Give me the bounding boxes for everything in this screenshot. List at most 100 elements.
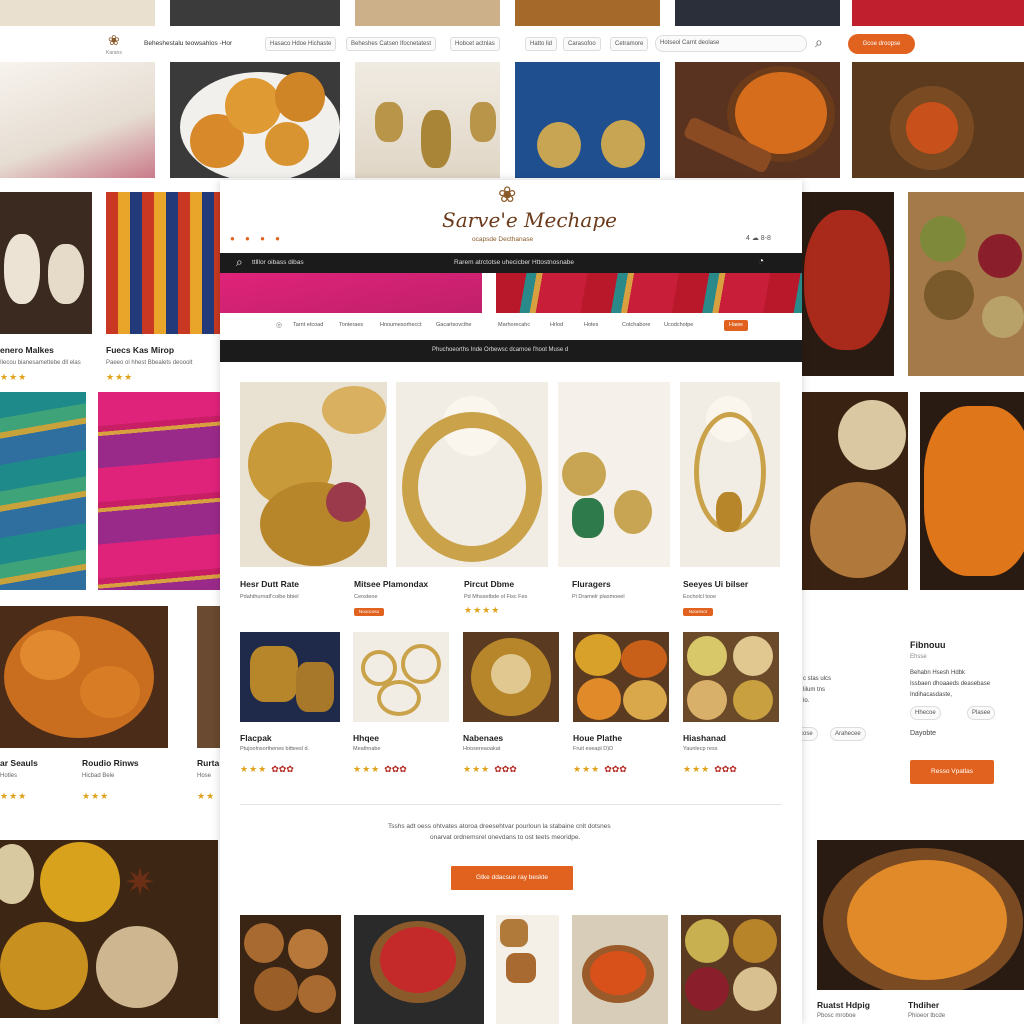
- nav-item-4[interactable]: Gacartsovcthe: [436, 322, 471, 328]
- nav-item-9[interactable]: Ucodchotpe: [664, 322, 693, 328]
- card2-5-title[interactable]: Hiashanad: [683, 733, 726, 743]
- product-image-gold-bangles[interactable]: [353, 632, 449, 722]
- bottom-right-1-title[interactable]: Ruatst Hdpig: [817, 1000, 870, 1010]
- photo-fried-snacks: [170, 62, 340, 178]
- product-image-long-necklace[interactable]: [680, 382, 780, 567]
- site-logo[interactable]: Sarve'e Mechape: [442, 208, 617, 232]
- photo-top-1: [0, 0, 155, 26]
- blurb-line-2: onarvat ordnemsrel onevdans to ost teets…: [430, 834, 581, 841]
- card2-2-title[interactable]: Hhqee: [353, 733, 379, 743]
- top-cta-button[interactable]: Gcoe droopse: [848, 34, 915, 54]
- right-panel-line-3: Indihacasdaste,: [910, 692, 953, 698]
- bottom-photo-berries: [354, 915, 484, 1024]
- left-product-2-title[interactable]: Fuecs Kas Mirop: [106, 345, 174, 355]
- card2-1-title[interactable]: Flacpak: [240, 733, 272, 743]
- chat-icon[interactable]: ◔: [758, 256, 764, 267]
- right-fragment-pill-2[interactable]: Arahecee: [830, 727, 866, 741]
- photo-pink-fabric: [98, 392, 220, 590]
- nav-item-3[interactable]: Hnoumesorhecct: [380, 322, 422, 328]
- product-image-food-platter[interactable]: [573, 632, 669, 722]
- nav-item-7[interactable]: Hotes: [584, 322, 598, 328]
- hero-red-fabric: [496, 273, 802, 313]
- main-search-bar[interactable]: ⌕ ttlllor oibass dibas Rarem atrctotse u…: [220, 253, 802, 273]
- card-4-title[interactable]: Fluragers: [572, 579, 611, 589]
- nav-icon[interactable]: ◎: [276, 321, 282, 329]
- photo-spice-basket: [908, 192, 1024, 376]
- right-panel-pill-2[interactable]: Plasee: [967, 706, 996, 720]
- search-icon[interactable]: ⌕: [236, 255, 243, 270]
- left-bottom-1-desc: Hotles: [0, 773, 18, 779]
- left-bottom-2-title[interactable]: Roudio Rinws: [82, 758, 139, 768]
- top-pill-5[interactable]: Carasofoo: [563, 37, 601, 51]
- card2-3-title[interactable]: Nabenaes: [463, 733, 503, 743]
- product-image-bangles[interactable]: [240, 382, 387, 567]
- right-panel-line-2: Issbaen dhoaaeds deasebase: [910, 681, 991, 687]
- card2-1-desc: Ptujoolnsorthenes bitteesl d.: [240, 746, 310, 752]
- top-pill-3[interactable]: Hobcet actnlas: [450, 37, 500, 51]
- nav-item-2[interactable]: Tonteraes: [339, 322, 363, 328]
- card2-4-title[interactable]: Houe Plathe: [573, 733, 622, 743]
- bottom-right-2-title[interactable]: Thdiher: [908, 1000, 939, 1010]
- nav-item-10[interactable]: Hawe: [724, 320, 748, 331]
- card2-4-stars: ★★★ ✿✿✿: [573, 764, 627, 774]
- nav-item-6[interactable]: Hrlod: [550, 322, 563, 328]
- top-pill-4[interactable]: Hatto lid: [525, 37, 558, 51]
- mandala-logo-icon: ❀: [498, 182, 517, 207]
- top-pill-6[interactable]: Cetramore: [610, 37, 649, 51]
- magnifier-icon[interactable]: ⌕: [815, 34, 823, 51]
- right-panel-button[interactable]: Resso Vpatlas: [910, 760, 994, 784]
- right-fragment-line-2: lilum tns: [803, 687, 826, 693]
- right-fragment-line-3: lo.: [803, 698, 810, 704]
- photo-top-6: [852, 0, 1024, 26]
- right-panel-line-1: Behabn Hsesh Hdbk: [910, 670, 966, 676]
- card-1-desc: Pdahthurnatl'coibe bbiel: [240, 594, 299, 600]
- photo-gold-earrings: [355, 62, 500, 178]
- card2-5-desc: Yaunlecp ress: [683, 746, 718, 752]
- top-tagline[interactable]: Beheshestalu teowsahlos -Hor: [144, 40, 232, 47]
- bottom-photo-jars: [496, 915, 559, 1024]
- promo-banner-text: Phuchoeorths Inde Orbewsc dcarnoe l'hoot…: [432, 347, 569, 353]
- product-image-boxes[interactable]: [240, 632, 340, 722]
- left-bottom-3-title[interactable]: Rurta: [197, 758, 219, 768]
- left-product-1-title[interactable]: enero Malkes: [0, 345, 54, 355]
- photo-top-5: [675, 0, 840, 26]
- nav-item-1[interactable]: Tarnt etcoad: [293, 322, 323, 328]
- main-cta-button[interactable]: Gtke ddacsue ray beskte: [451, 866, 573, 890]
- promo-banner: Phuchoeorths Inde Orbewsc dcarnoe l'hoot…: [220, 340, 802, 362]
- photo-top-3: [355, 0, 500, 26]
- right-info-panel: Fibnouu Ehsse Behabn Hsesh Hdbk Issbaen …: [895, 612, 1024, 812]
- card-1-title[interactable]: Hesr Dutt Rate: [240, 579, 299, 589]
- product-image-spice-bowls[interactable]: [683, 632, 779, 722]
- product-image-necklace[interactable]: [396, 382, 548, 567]
- photo-spice-tray: ✷: [0, 840, 218, 1018]
- section-divider: [240, 804, 782, 805]
- header-icons[interactable]: 4 ☁ 8-8: [746, 234, 771, 242]
- card-2-desc: Ceosteoe: [354, 594, 378, 600]
- blurb-line-1: Tsshs adt oess ohtvates atoroa dreesehtv…: [388, 823, 611, 830]
- card-5-title[interactable]: Seeyes Ui bilser: [683, 579, 748, 589]
- card-2-title[interactable]: Mitsee Plamondax: [354, 579, 428, 589]
- card-2-badge[interactable]: Nooocoso: [354, 608, 384, 616]
- photo-rug: [106, 192, 220, 334]
- top-pill-2[interactable]: Beheshes Catsen Ifocnetatest: [346, 37, 437, 51]
- product-image-earrings[interactable]: [558, 382, 670, 567]
- left-bottom-3-desc: Hose: [197, 773, 212, 779]
- left-product-2-stars: ★★★: [106, 372, 134, 382]
- nav-item-8[interactable]: Cotchabore: [622, 322, 650, 328]
- product-image-thali[interactable]: [463, 632, 559, 722]
- top-navigation-bar: ❀ Karans Beheshestalu teowsahlos -Hor Ha…: [0, 28, 1024, 62]
- left-bottom-1-title[interactable]: ar Seauls: [0, 758, 38, 768]
- card-3-title[interactable]: Pircut Dbme: [464, 579, 514, 589]
- nav-item-5[interactable]: Marhorecahc: [498, 322, 530, 328]
- top-search-field[interactable]: Hotseol Carnt deolase: [655, 35, 807, 52]
- brand-tag: Karans: [106, 50, 122, 56]
- photo-top-2: [170, 0, 340, 26]
- search-center-text: Rarem atrctotse uhecicber Httostnosnabe: [454, 259, 574, 266]
- search-placeholder: ttlllor oibass dibas: [252, 259, 304, 266]
- card2-3-stars: ★★★ ✿✿✿: [463, 764, 517, 774]
- photo-blue-jewelry: [515, 62, 660, 178]
- right-panel-pill-1[interactable]: Hhecoe: [910, 706, 941, 720]
- photo-dry-fruits: [802, 392, 908, 590]
- top-pill-1[interactable]: Hasaco Hdoe Hichaste: [265, 37, 337, 51]
- card-5-badge[interactable]: Nooresor: [683, 608, 713, 616]
